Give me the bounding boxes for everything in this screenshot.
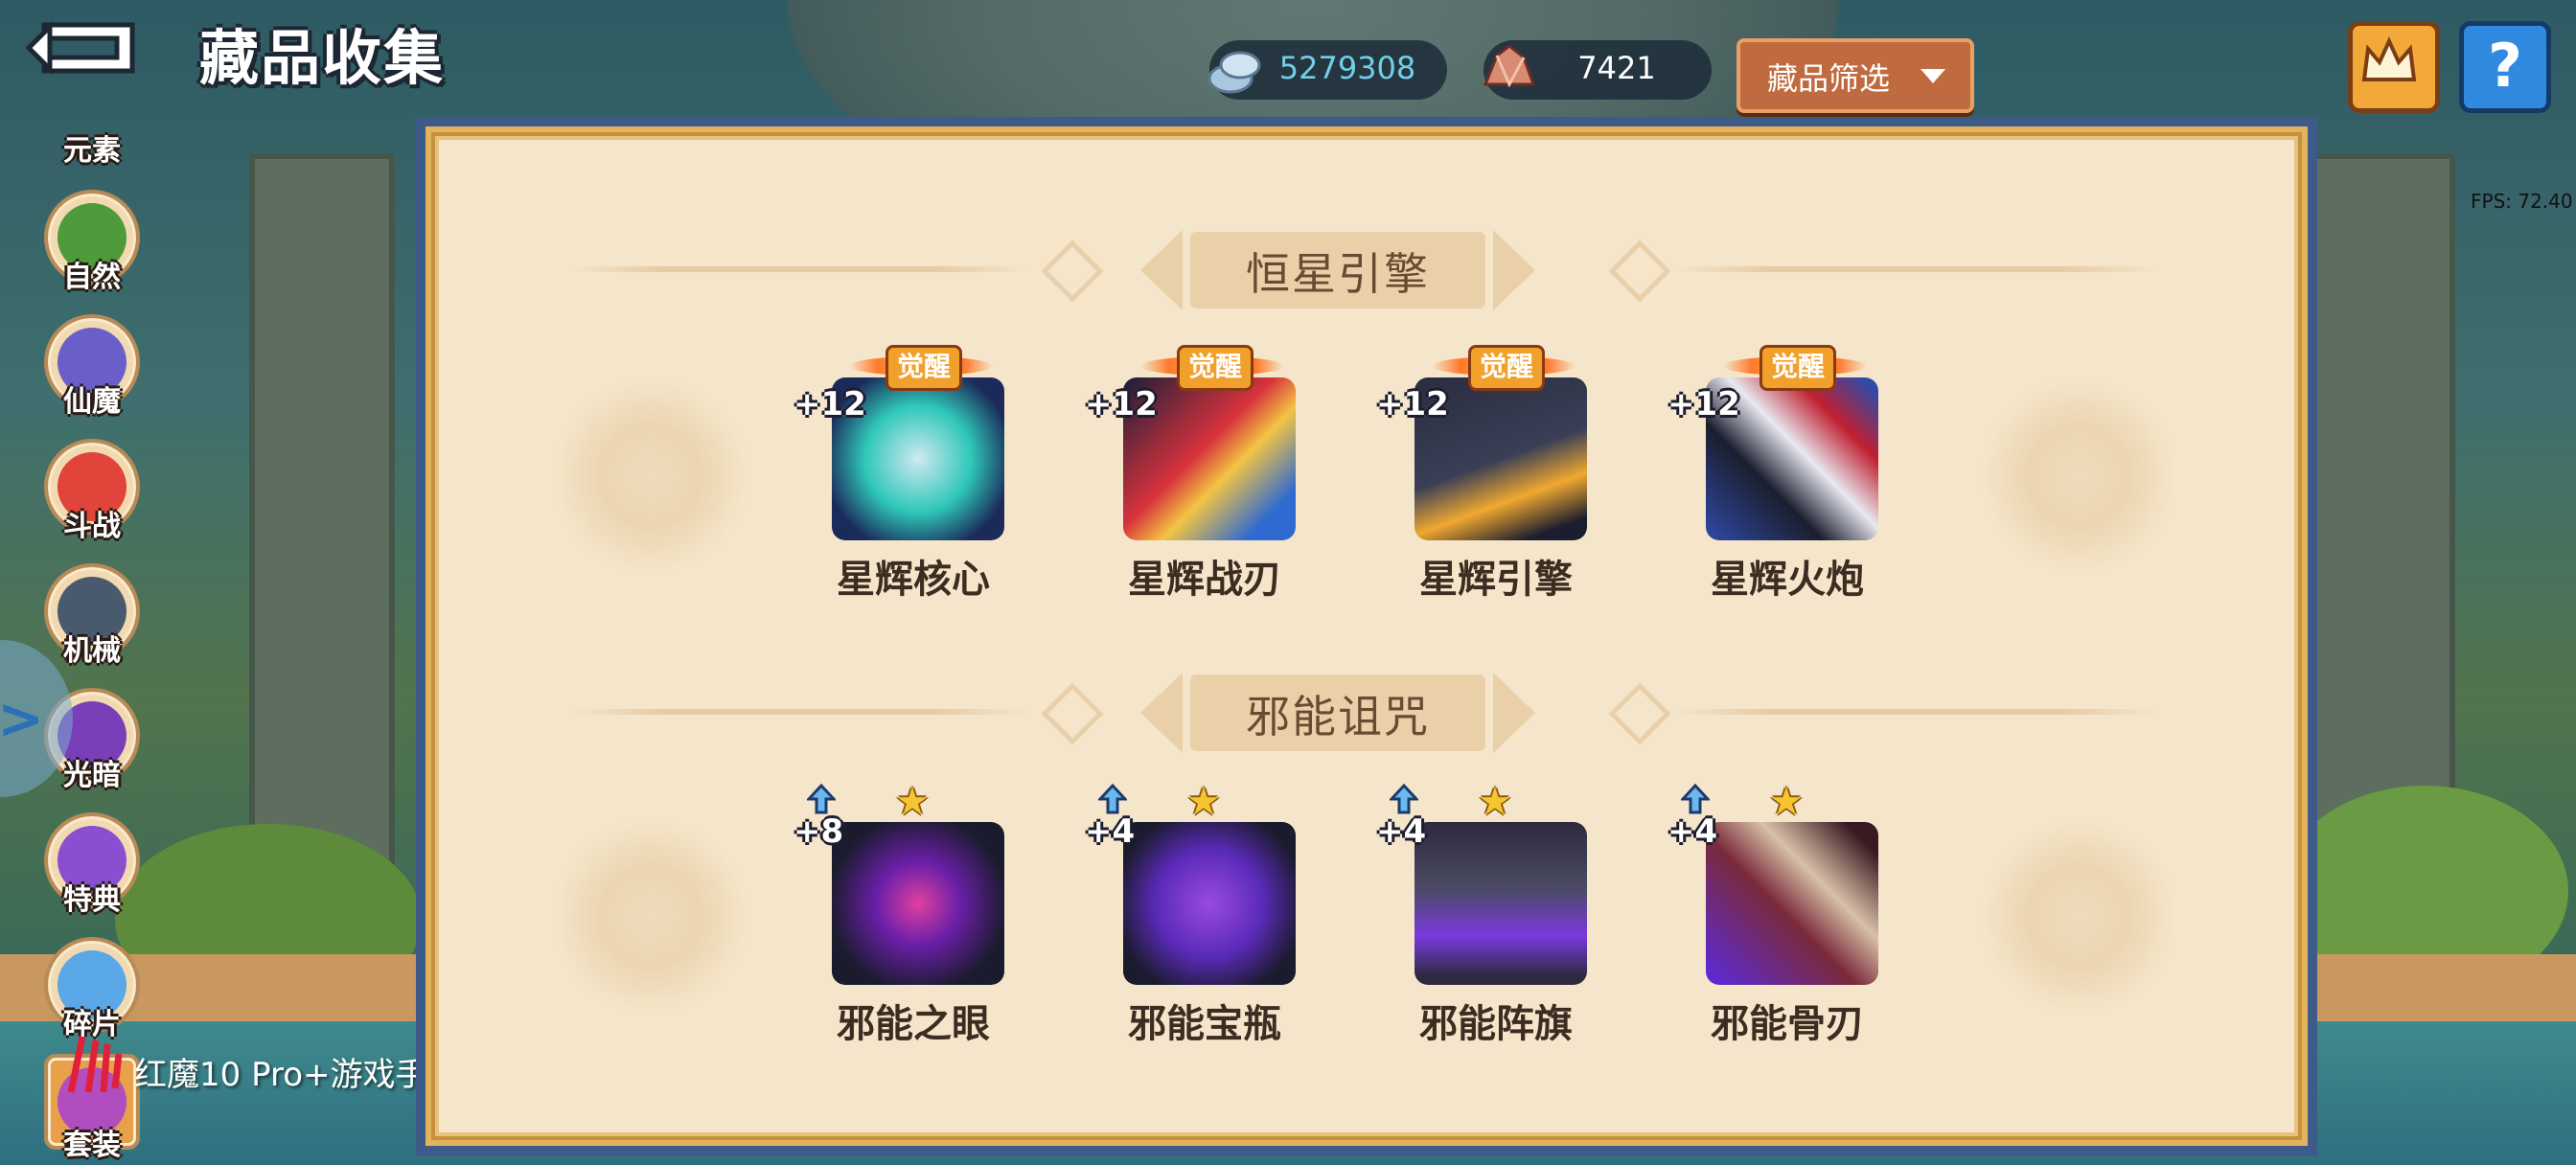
sidebar-item-label: 机械 — [63, 634, 121, 668]
red-magic-logo-icon — [67, 1036, 123, 1093]
sidebar-item-label: 套装 — [63, 1129, 121, 1162]
sidebar-item-nature[interactable]: 自然 — [40, 188, 144, 294]
collection-item-star-core[interactable]: 觉醒 +12 星辉核心 — [794, 339, 1033, 607]
section-divider — [569, 266, 1029, 272]
section-title-ribbon: 邪能诅咒 — [1133, 667, 1543, 759]
section-divider — [1671, 709, 2160, 715]
star-icon: ★ — [895, 780, 930, 824]
crystal-amount: 7421 — [1577, 50, 1656, 86]
sidebar-item-label: 元素 — [63, 134, 121, 168]
item-name: 邪能之眼 — [837, 1002, 990, 1046]
crown-button[interactable] — [2348, 21, 2440, 113]
collection-item-fel-banner[interactable]: ★ +4 邪能阵旗 — [1376, 780, 1616, 1052]
section-title: 恒星引擎 — [1246, 248, 1430, 300]
fps-counter: FPS: 72.40 — [2471, 190, 2573, 213]
sidebar-item-label: 特典 — [63, 883, 121, 917]
sidebar-item-immortal-demon[interactable]: 仙魔 — [40, 312, 144, 419]
item-name: 邪能阵旗 — [1419, 1002, 1573, 1046]
item-level: +4 — [1376, 812, 1427, 851]
stone-pillar-left — [249, 153, 395, 893]
ornament-decoration — [550, 376, 751, 577]
page-title: 藏品收集 — [199, 23, 446, 93]
sidebar-item-mechanical[interactable]: 机械 — [40, 561, 144, 668]
star-icon: ★ — [1186, 780, 1221, 824]
collection-filter-button[interactable]: 藏品筛选 — [1736, 38, 1974, 113]
collection-item-star-engine[interactable]: 觉醒 +12 星辉引擎 — [1376, 339, 1616, 607]
collection-item-fel-bone-blade[interactable]: ★ +4 邪能骨刃 — [1668, 780, 1907, 1052]
section-title-ribbon: 恒星引擎 — [1133, 224, 1543, 316]
item-level: +12 — [1085, 385, 1158, 423]
fel-bone-blade-icon — [1706, 822, 1878, 985]
collection-item-star-cannon[interactable]: 觉醒 +12 星辉火炮 — [1668, 339, 1907, 607]
upgrade-arrow-icon — [1390, 784, 1418, 814]
chevron-down-icon — [1920, 69, 1945, 83]
item-name: 邪能骨刃 — [1711, 1002, 1864, 1046]
sidebar-item-battle[interactable]: 斗战 — [40, 437, 144, 543]
section-divider — [1671, 266, 2160, 272]
collection-panel: 恒星引擎 觉醒 +12 星辉核心 觉醒 +12 星辉战刃 觉醒 +12 星辉引擎… — [416, 117, 2317, 1155]
awaken-badge: 觉醒 — [849, 345, 993, 391]
item-name: 邪能宝瓶 — [1128, 1002, 1281, 1046]
item-name: 星辉战刃 — [1128, 558, 1281, 602]
sidebar-item-special[interactable]: 特典 — [40, 811, 144, 917]
fel-vase-icon — [1123, 822, 1296, 985]
collection-item-star-blade[interactable]: 觉醒 +12 星辉战刃 — [1085, 339, 1324, 607]
awaken-badge: 觉醒 — [1432, 345, 1576, 391]
item-name: 星辉火炮 — [1711, 558, 1864, 602]
item-name: 星辉引擎 — [1419, 558, 1573, 602]
upgrade-arrow-icon — [1681, 784, 1710, 814]
chevron-right-icon: > — [0, 686, 44, 751]
item-level: +12 — [1376, 385, 1449, 423]
back-button[interactable] — [25, 17, 142, 79]
collection-item-fel-vase[interactable]: ★ +4 邪能宝瓶 — [1085, 780, 1324, 1052]
item-level: +8 — [794, 812, 844, 851]
sidebar-item-label: 自然 — [63, 261, 121, 294]
section-divider — [569, 709, 1029, 715]
stone-pillar-right — [2300, 153, 2455, 893]
silver-currency: 5279308 — [1208, 40, 1447, 100]
upgrade-arrow-icon — [807, 784, 836, 814]
fel-eye-icon — [832, 822, 1004, 985]
ornament-decoration — [1978, 816, 2179, 1017]
help-button[interactable]: ? — [2459, 21, 2551, 113]
ornament-decoration — [550, 816, 751, 1017]
star-icon: ★ — [1769, 780, 1804, 824]
sidebar-item-label: 仙魔 — [63, 385, 121, 419]
star-icon: ★ — [1478, 780, 1512, 824]
ornament-decoration — [1978, 376, 2179, 577]
item-level: +12 — [1668, 385, 1740, 423]
awaken-badge: 觉醒 — [1723, 345, 1867, 391]
item-level: +4 — [1668, 812, 1718, 851]
filter-label: 藏品筛选 — [1767, 60, 1891, 97]
crystal-currency: 7421 — [1483, 40, 1712, 100]
silver-amount: 5279308 — [1278, 50, 1416, 86]
item-level: +12 — [794, 385, 866, 423]
back-arrow-icon — [25, 20, 135, 76]
item-level: +4 — [1085, 812, 1136, 851]
device-watermark: 红魔10 Pro+游戏手机 — [134, 1056, 461, 1094]
sidebar-item-label: 斗战 — [63, 510, 121, 543]
fel-banner-icon — [1414, 822, 1587, 985]
collection-item-fel-eye[interactable]: ★ +8 邪能之眼 — [794, 780, 1033, 1052]
sidebar-item-fragment[interactable]: 碎片 — [40, 935, 144, 1041]
item-name: 星辉核心 — [837, 558, 990, 602]
section-title: 邪能诅咒 — [1246, 691, 1430, 742]
upgrade-arrow-icon — [1098, 784, 1127, 814]
awaken-badge: 觉醒 — [1140, 345, 1284, 391]
sidebar-item-element[interactable]: 元素 — [40, 94, 144, 197]
crown-icon — [2361, 36, 2417, 81]
